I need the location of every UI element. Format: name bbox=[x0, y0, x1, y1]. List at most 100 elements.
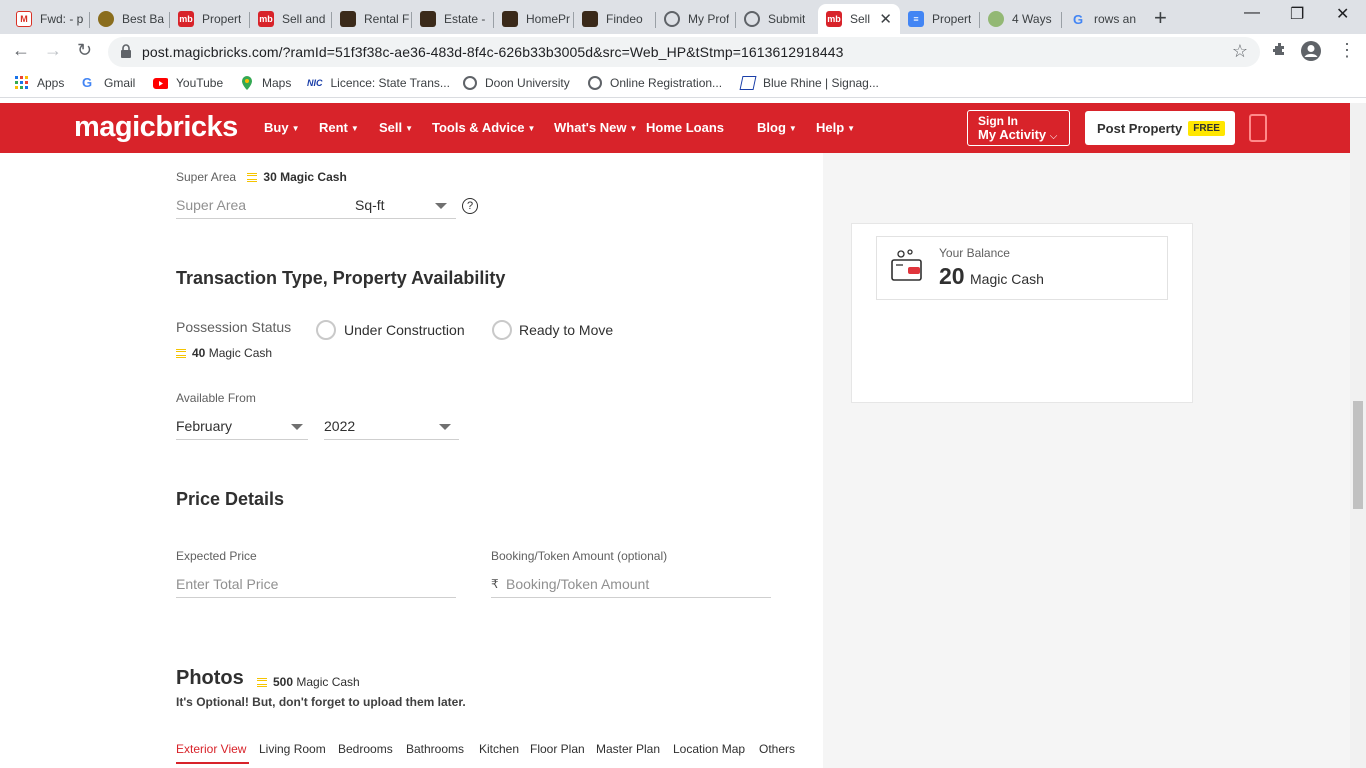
chevron-down-icon: ▼ bbox=[788, 124, 797, 133]
bookmark-youtube[interactable]: YouTube bbox=[152, 76, 223, 90]
sign-in-button[interactable]: Sign In My Activity ⌵ bbox=[967, 110, 1070, 146]
photo-tab-kitchen[interactable]: Kitchen bbox=[479, 742, 519, 756]
post-property-button[interactable]: Post Property FREE bbox=[1085, 111, 1235, 145]
browser-tab[interactable]: ≡ Propert bbox=[900, 4, 980, 34]
active-tab-underline bbox=[176, 762, 249, 764]
available-from-label: Available From bbox=[176, 391, 256, 405]
chevron-down-icon: ▼ bbox=[350, 124, 359, 133]
bookmark-blue-rhine[interactable]: Blue Rhine | Signag... bbox=[739, 76, 879, 90]
radio-ready-to-move[interactable] bbox=[492, 320, 512, 340]
nav-rent[interactable]: Rent ▼ bbox=[319, 120, 359, 135]
reload-icon[interactable]: ↻ bbox=[77, 40, 92, 61]
bookmark-doon-university[interactable]: Doon University bbox=[463, 76, 570, 90]
balance-label: Your Balance bbox=[939, 246, 1010, 260]
browser-tab[interactable]: Best Ba bbox=[90, 4, 170, 34]
magicbricks-logo[interactable]: magicbricks bbox=[74, 111, 238, 144]
nav-whats-new[interactable]: What's New ▼ bbox=[554, 120, 637, 135]
scrollbar-thumb[interactable] bbox=[1353, 401, 1363, 509]
mobile-app-icon[interactable] bbox=[1249, 114, 1267, 142]
balance-card: Your Balance 20 Magic Cash bbox=[851, 223, 1193, 403]
photo-tab-exterior-view[interactable]: Exterior View bbox=[176, 742, 246, 756]
chevron-down-icon: ⌵ bbox=[1049, 131, 1058, 142]
chevron-down-icon: ▼ bbox=[527, 124, 536, 133]
under-construction-label[interactable]: Under Construction bbox=[344, 322, 465, 338]
photos-heading: Photos bbox=[176, 667, 244, 689]
bookmark-gmail[interactable]: G Gmail bbox=[82, 76, 135, 91]
back-arrow-icon[interactable]: ← bbox=[12, 40, 30, 61]
close-tab-icon[interactable]: ✕ bbox=[879, 10, 892, 28]
year-select[interactable]: 2022 bbox=[324, 412, 459, 440]
maps-pin-icon bbox=[242, 76, 252, 90]
area-unit-select[interactable]: Sq-ft bbox=[355, 197, 385, 213]
globe-icon bbox=[664, 11, 680, 27]
photo-tab-floor-plan[interactable]: Floor Plan bbox=[530, 742, 585, 756]
price-details-heading: Price Details bbox=[176, 489, 285, 509]
photo-tab-living-room[interactable]: Living Room bbox=[259, 742, 326, 756]
nav-sell[interactable]: Sell ▼ bbox=[379, 120, 413, 135]
browser-tab[interactable]: Estate - bbox=[412, 4, 494, 34]
browser-toolbar: ← → ↻ post.magicbricks.com/?ramId=51f3f3… bbox=[0, 34, 1366, 70]
minimize-icon[interactable]: — bbox=[1244, 4, 1260, 22]
nav-tools-advice[interactable]: Tools & Advice ▼ bbox=[432, 120, 535, 135]
expected-price-input[interactable]: Enter Total Price bbox=[176, 570, 456, 598]
browser-tab[interactable]: HomePr bbox=[494, 4, 574, 34]
nav-blog[interactable]: Blog ▼ bbox=[757, 120, 797, 135]
browser-tab[interactable]: 4 Ways bbox=[980, 4, 1062, 34]
profile-avatar-icon[interactable] bbox=[1300, 40, 1322, 62]
booking-amount-input[interactable]: ₹ Booking/Token Amount bbox=[491, 570, 771, 598]
site-icon bbox=[420, 11, 436, 27]
super-area-input[interactable]: Super Area Sq-ft bbox=[176, 191, 456, 219]
browser-tab[interactable]: M Fwd: - p bbox=[8, 4, 90, 34]
magicbricks-icon: mb bbox=[258, 11, 274, 27]
browser-tab[interactable]: mb Propert bbox=[170, 4, 250, 34]
browser-tab[interactable]: G rows an bbox=[1062, 4, 1142, 34]
nav-buy[interactable]: Buy ▼ bbox=[264, 120, 299, 135]
docs-icon: ≡ bbox=[908, 11, 924, 27]
page-scrollbar[interactable] bbox=[1350, 103, 1366, 768]
photo-tab-location-map[interactable]: Location Map bbox=[673, 742, 745, 756]
month-select[interactable]: February bbox=[176, 412, 308, 440]
site-icon bbox=[739, 76, 757, 90]
possession-status-label: Possession Status bbox=[176, 319, 292, 335]
nav-help[interactable]: Help ▼ bbox=[816, 120, 855, 135]
kebab-menu-icon[interactable]: ⋮ bbox=[1338, 40, 1356, 61]
booking-amount-label: Booking/Token Amount (optional) bbox=[491, 549, 668, 563]
photo-tab-bedrooms[interactable]: Bedrooms bbox=[338, 742, 393, 756]
radio-under-construction[interactable] bbox=[316, 320, 336, 340]
window-close-icon[interactable]: ✕ bbox=[1336, 4, 1349, 24]
expected-price-label: Expected Price bbox=[176, 549, 257, 563]
address-bar[interactable]: post.magicbricks.com/?ramId=51f3f38c-ae3… bbox=[108, 37, 1260, 67]
ready-to-move-label[interactable]: Ready to Move bbox=[519, 322, 613, 338]
apps-grid-icon bbox=[15, 76, 28, 89]
page-content: magicbricks Buy ▼ Rent ▼ Sell ▼ Tools & Adv… bbox=[0, 103, 1350, 768]
browser-tab[interactable]: Rental F bbox=[332, 4, 412, 34]
photo-tab-master-plan[interactable]: Master Plan bbox=[596, 742, 660, 756]
bookmark-star-icon[interactable]: ☆ bbox=[1232, 41, 1248, 62]
forward-arrow-icon[interactable]: → bbox=[44, 40, 62, 61]
chevron-down-icon bbox=[439, 424, 451, 430]
bookmarks-bar: Apps G Gmail YouTube Maps NIC Licence: S… bbox=[0, 70, 1366, 98]
bookmark-licence[interactable]: NIC Licence: State Trans... bbox=[307, 76, 450, 90]
restore-icon[interactable]: ❐ bbox=[1290, 4, 1304, 24]
help-icon[interactable]: ? bbox=[462, 198, 478, 214]
nav-home-loans[interactable]: Home Loans bbox=[646, 120, 724, 135]
possession-magic-cash: 40 Magic Cash bbox=[176, 346, 272, 360]
chevron-down-icon bbox=[291, 424, 303, 430]
site-header: magicbricks Buy ▼ Rent ▼ Sell ▼ Tools & Adv… bbox=[0, 103, 1350, 153]
bookmark-apps[interactable]: Apps bbox=[15, 76, 64, 90]
photo-tab-others[interactable]: Others bbox=[759, 742, 795, 756]
browser-tab[interactable]: My Prof bbox=[656, 4, 736, 34]
extensions-puzzle-icon[interactable] bbox=[1271, 41, 1289, 59]
magic-cash-coin-icon bbox=[257, 678, 267, 687]
bookmark-maps[interactable]: Maps bbox=[240, 76, 291, 90]
browser-tab-active[interactable]: mb Sell ✕ bbox=[818, 4, 900, 34]
photo-tab-bathrooms[interactable]: Bathrooms bbox=[406, 742, 464, 756]
wallet-icon bbox=[891, 249, 922, 281]
browser-tab-bar: M Fwd: - p Best Ba mb Propert mb Sell an… bbox=[0, 0, 1366, 34]
bookmark-online-registration[interactable]: Online Registration... bbox=[588, 76, 722, 90]
browser-tab[interactable]: Findeo bbox=[574, 4, 656, 34]
new-tab-plus-icon[interactable]: + bbox=[1154, 5, 1167, 31]
browser-tab[interactable]: mb Sell and bbox=[250, 4, 332, 34]
browser-tab[interactable]: Submit bbox=[736, 4, 818, 34]
magic-cash-coin-icon bbox=[176, 349, 186, 358]
